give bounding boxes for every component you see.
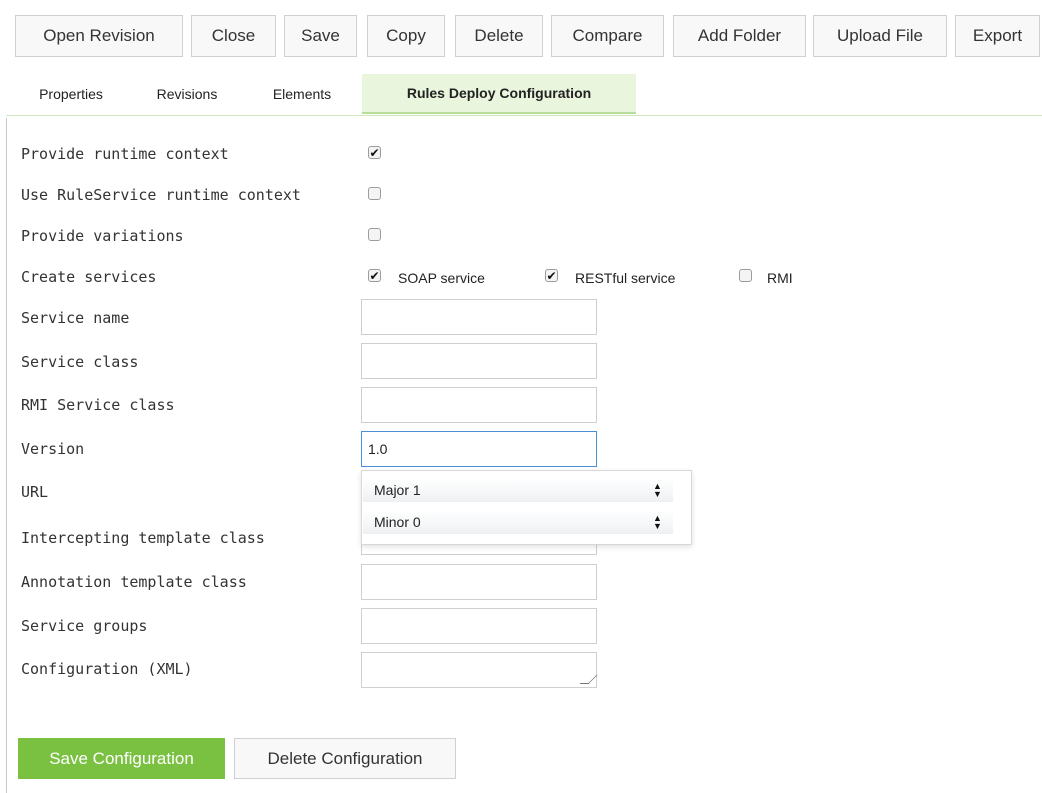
tab-bar: Properties Revisions Elements Rules Depl… xyxy=(0,74,1042,116)
minor-version-spinner[interactable]: Minor 0 ▲ ▼ xyxy=(363,510,673,534)
restful-service-checkbox[interactable]: ✔ xyxy=(545,269,558,282)
tab-revisions[interactable]: Revisions xyxy=(134,74,240,114)
spinner-arrows-icon[interactable]: ▲ ▼ xyxy=(653,514,662,531)
rmi-label: RMI xyxy=(767,270,793,286)
rmi-service-class-label: RMI Service class xyxy=(21,396,175,414)
version-input[interactable]: 1.0 xyxy=(361,431,597,467)
use-ruleservice-runtime-context-label: Use RuleService runtime context xyxy=(21,186,301,204)
service-class-input[interactable] xyxy=(361,343,597,379)
rmi-service-class-input[interactable] xyxy=(361,387,597,423)
check-icon: ✔ xyxy=(546,268,557,283)
configuration-xml-label: Configuration (XML) xyxy=(21,660,193,678)
annotation-template-class-label: Annotation template class xyxy=(21,573,247,591)
service-groups-input[interactable] xyxy=(361,608,597,644)
url-label: URL xyxy=(21,483,49,501)
rmi-checkbox[interactable] xyxy=(739,269,752,282)
tab-rules-deploy-configuration[interactable]: Rules Deploy Configuration xyxy=(362,74,636,114)
tab-properties[interactable]: Properties xyxy=(15,74,127,114)
save-configuration-button[interactable]: Save Configuration xyxy=(18,738,225,779)
tab-divider xyxy=(6,115,1042,116)
delete-configuration-button[interactable]: Delete Configuration xyxy=(234,738,456,779)
open-revision-button[interactable]: Open Revision xyxy=(15,15,183,57)
configuration-xml-textarea[interactable] xyxy=(361,652,598,688)
version-popup: Major 1 ▲ ▼ Minor 0 ▲ ▼ xyxy=(361,470,692,545)
major-version-value: Major 1 xyxy=(374,482,421,498)
soap-service-checkbox[interactable]: ✔ xyxy=(368,269,381,282)
service-class-label: Service class xyxy=(21,353,139,371)
provide-variations-checkbox[interactable] xyxy=(368,228,381,241)
create-services-label: Create services xyxy=(21,268,157,286)
service-name-label: Service name xyxy=(21,309,130,327)
delete-button[interactable]: Delete xyxy=(455,15,543,57)
save-button[interactable]: Save xyxy=(284,15,357,57)
provide-runtime-context-label: Provide runtime context xyxy=(21,145,229,163)
page: Open Revision Close Save Copy Delete Com… xyxy=(0,0,1042,793)
copy-button[interactable]: Copy xyxy=(367,15,445,57)
check-icon: ✔ xyxy=(369,268,380,283)
export-button[interactable]: Export xyxy=(955,15,1040,57)
intercepting-template-class-label: Intercepting template class xyxy=(21,529,265,547)
soap-service-label: SOAP service xyxy=(398,270,485,286)
major-version-spinner[interactable]: Major 1 ▲ ▼ xyxy=(363,478,673,502)
service-groups-label: Service groups xyxy=(21,617,148,635)
service-name-input[interactable] xyxy=(361,299,597,335)
check-icon: ✔ xyxy=(369,145,380,160)
spinner-arrows-icon[interactable]: ▲ ▼ xyxy=(653,482,662,499)
minor-version-value: Minor 0 xyxy=(374,514,421,530)
provide-variations-label: Provide variations xyxy=(21,227,184,245)
restful-service-label: RESTful service xyxy=(575,270,676,286)
toolbar: Open Revision Close Save Copy Delete Com… xyxy=(0,15,1042,59)
resize-grip-icon[interactable] xyxy=(579,675,598,684)
add-folder-button[interactable]: Add Folder xyxy=(673,15,806,57)
content-border xyxy=(6,118,7,793)
use-ruleservice-runtime-context-checkbox[interactable] xyxy=(368,187,381,200)
upload-file-button[interactable]: Upload File xyxy=(813,15,947,57)
annotation-template-class-input[interactable] xyxy=(361,564,597,600)
provide-runtime-context-checkbox[interactable]: ✔ xyxy=(368,146,381,159)
close-button[interactable]: Close xyxy=(191,15,276,57)
tab-elements[interactable]: Elements xyxy=(252,74,352,114)
version-label: Version xyxy=(21,440,85,458)
compare-button[interactable]: Compare xyxy=(551,15,664,57)
